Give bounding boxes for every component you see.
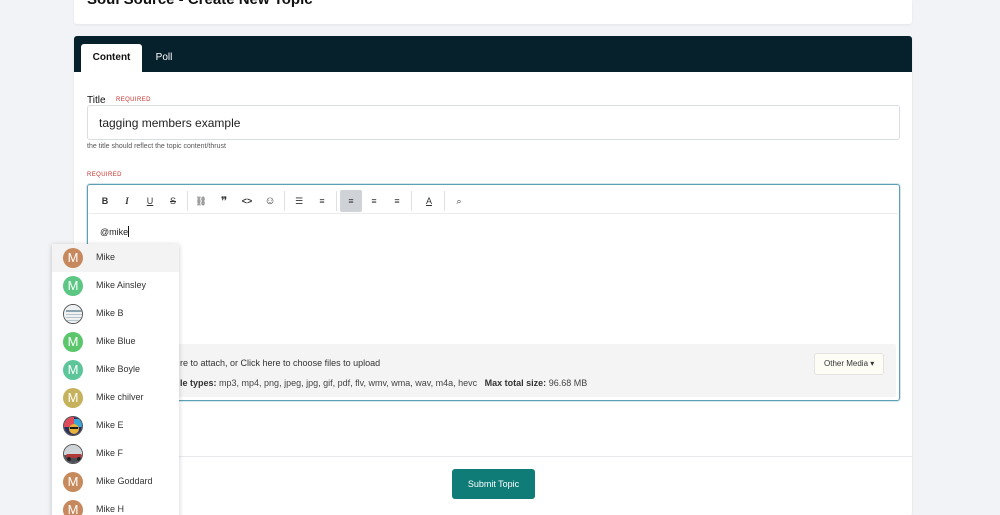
italic-icon[interactable]: I	[116, 190, 138, 212]
mention-item[interactable]: M Mike Boyle	[52, 356, 179, 384]
avatar	[63, 304, 83, 324]
emoji-icon[interactable]: ☺	[259, 190, 281, 212]
code-icon[interactable]: <>	[236, 190, 258, 212]
avatar: M	[63, 248, 83, 268]
mention-name: Mike F	[96, 448, 123, 458]
avatar: M	[63, 472, 83, 492]
avatar	[63, 444, 83, 464]
allowed-types-value: mp3, mp4, png, jpeg, jpg, gif, pdf, flv,…	[219, 378, 478, 388]
toolbar-divider	[187, 191, 188, 211]
avatar: M	[63, 388, 83, 408]
page-header-card: Soul Source - Create New Topic	[74, 0, 912, 24]
page-title: Soul Source - Create New Topic	[87, 0, 313, 8]
attach-drop-text[interactable]: re to attach, or Click here to choose fi…	[180, 358, 380, 368]
mention-item[interactable]: M Mike Ainsley	[52, 272, 179, 300]
avatar: M	[63, 500, 83, 515]
bold-icon[interactable]: B	[94, 190, 116, 212]
avatar	[63, 416, 83, 436]
editor-text: @mike	[100, 227, 129, 237]
content-required-badge: REQUIRED	[87, 172, 122, 178]
text-caret	[128, 226, 130, 237]
mention-name: Mike	[96, 252, 116, 262]
toolbar-divider	[411, 191, 412, 211]
topic-form-card: Content Poll Title REQUIRED the title sh…	[74, 36, 912, 515]
numbered-list-icon[interactable]: ≡	[311, 190, 333, 212]
bullet-list-icon[interactable]: ☰	[288, 190, 310, 212]
submit-topic-button[interactable]: Submit Topic	[452, 469, 535, 499]
avatar: M	[63, 332, 83, 352]
avatar-photo-icon	[64, 417, 82, 435]
avatar-photo-icon	[64, 305, 82, 323]
mention-name: Mike chilver	[96, 392, 144, 402]
allowed-types-label: le types:	[180, 378, 217, 388]
other-media-button[interactable]: Other Media ▾	[814, 353, 885, 375]
mention-name: Mike Boyle	[96, 364, 141, 374]
mention-name: Mike H	[96, 504, 125, 514]
mention-item[interactable]: M Mike Goddard	[52, 468, 179, 496]
tab-poll[interactable]: Poll	[146, 44, 182, 72]
mention-item[interactable]: M Mike Blue	[52, 328, 179, 356]
mention-item[interactable]: Mike E	[52, 412, 179, 440]
mention-name: Mike Goddard	[96, 476, 153, 486]
toolbar-divider	[336, 191, 337, 211]
title-input[interactable]	[87, 105, 900, 140]
editor-body-text[interactable]: @mike	[100, 226, 130, 237]
attach-file-info: le types: mp3, mp4, png, jpeg, jpg, gif,…	[180, 378, 587, 388]
preview-icon[interactable]: ⌕	[448, 190, 470, 212]
mention-name: Mike E	[96, 420, 124, 430]
content-editor[interactable]: B I U S ⛓ ❞ <> ☺ ☰ ≡ ≡ ≡ ≡ A ⌕ @mike re …	[87, 184, 900, 401]
footer-divider	[74, 456, 912, 457]
toolbar-divider	[284, 191, 285, 211]
avatar: M	[63, 276, 83, 296]
mention-item[interactable]: M Mike chilver	[52, 384, 179, 412]
mention-suggestions: M Mike M Mike Ainsley Mike B M Mike Blue…	[52, 244, 179, 515]
title-required-badge: REQUIRED	[115, 97, 151, 103]
strikethrough-icon[interactable]: S	[162, 190, 184, 212]
tab-content[interactable]: Content	[81, 44, 142, 72]
mention-name: Mike Ainsley	[96, 280, 147, 290]
avatar: M	[63, 360, 83, 380]
align-center-icon[interactable]: ≡	[363, 190, 385, 212]
mention-item[interactable]: Mike B	[52, 300, 179, 328]
max-size-value: 96.68 MB	[548, 378, 588, 388]
align-right-icon[interactable]: ≡	[386, 190, 408, 212]
text-color-icon[interactable]: A	[416, 190, 442, 212]
mention-item[interactable]: Mike F	[52, 440, 179, 468]
link-icon[interactable]: ⛓	[190, 190, 212, 212]
tab-bar: Content Poll	[74, 36, 912, 72]
underline-icon[interactable]: U	[139, 190, 161, 212]
title-help-text: the title should reflect the topic conte…	[87, 143, 226, 150]
mention-name: Mike B	[96, 308, 124, 318]
attachment-area[interactable]: re to attach, or Click here to choose fi…	[93, 344, 896, 397]
avatar-photo-icon	[64, 445, 82, 463]
max-size-label: Max total size:	[484, 378, 547, 388]
align-left-icon[interactable]: ≡	[340, 190, 362, 212]
quote-icon[interactable]: ❞	[213, 190, 235, 212]
toolbar-divider	[444, 191, 445, 211]
mention-name: Mike Blue	[96, 336, 136, 346]
mention-item[interactable]: M Mike	[52, 244, 179, 272]
editor-toolbar: B I U S ⛓ ❞ <> ☺ ☰ ≡ ≡ ≡ ≡ A ⌕	[89, 186, 898, 214]
mention-item[interactable]: M Mike H	[52, 496, 179, 515]
